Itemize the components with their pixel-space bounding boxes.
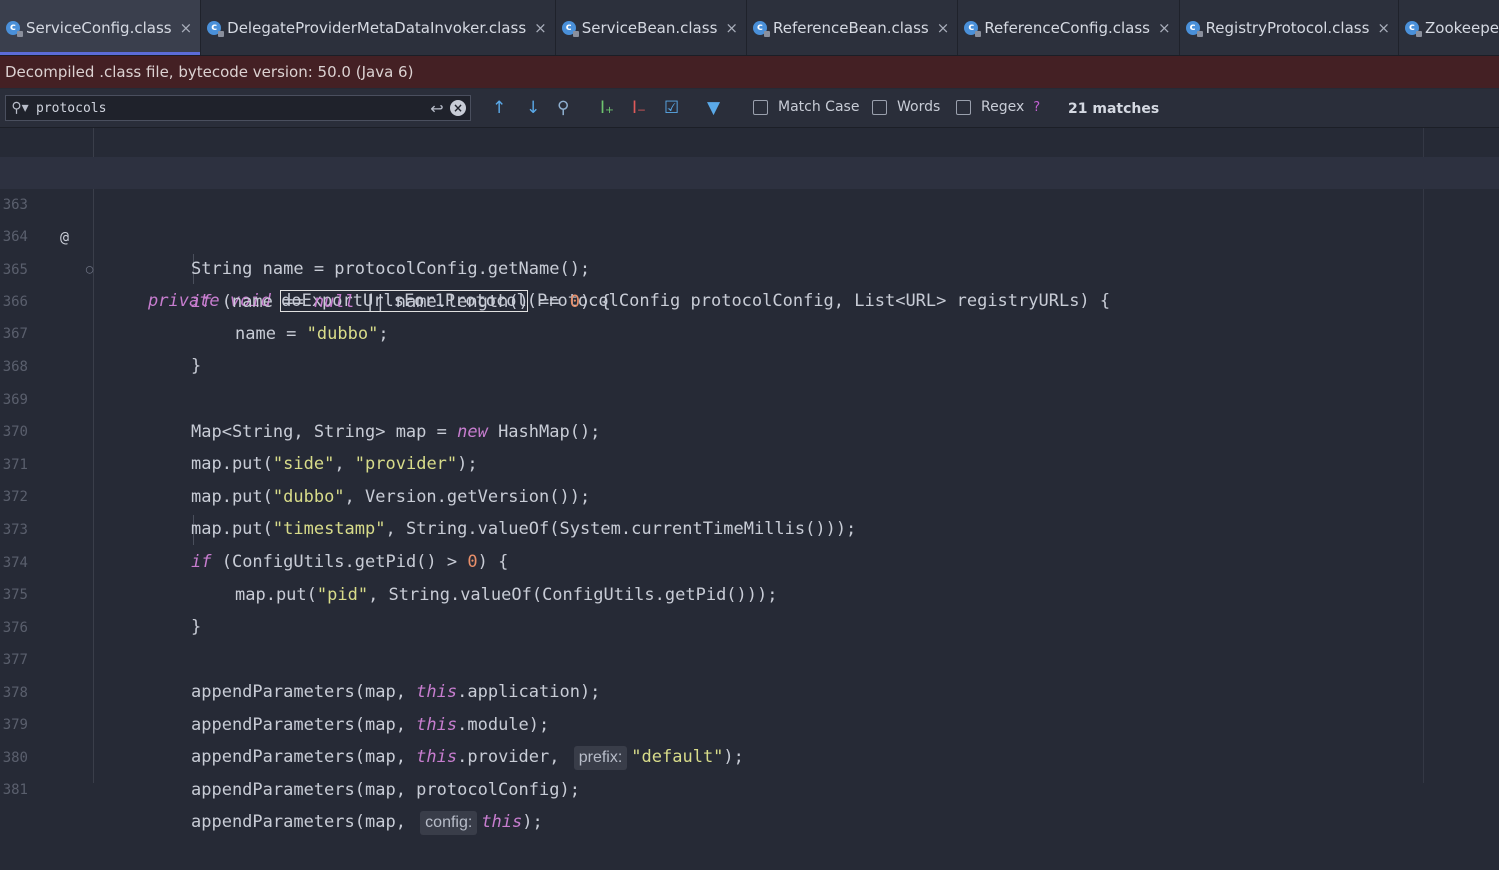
close-icon[interactable]: ×: [937, 19, 950, 37]
tab-referenceconfig[interactable]: c ReferenceConfig.class ×: [958, 0, 1180, 55]
code-editor[interactable]: 362 363 @ ◯ private void doExportUrlsFor…: [0, 128, 1499, 835]
code-line[interactable]: 375 }: [0, 547, 1499, 637]
code-text: appendParameters(map, config: this);: [191, 806, 543, 838]
tab-serviceconfig[interactable]: c ServiceConfig.class ×: [0, 0, 202, 55]
close-icon[interactable]: ×: [725, 19, 738, 37]
code-line[interactable]: 373 if (ConfigUtils.getPid() > 0) {: [0, 482, 1499, 572]
tab-referencebean[interactable]: c ReferenceBean.class ×: [747, 0, 959, 55]
filter-icon[interactable]: ▼: [707, 98, 720, 118]
code-line[interactable]: 380 appendParameters(map, protocolConfig…: [0, 710, 1499, 800]
tab-label: ReferenceConfig.class: [984, 18, 1150, 37]
search-field[interactable]: ⚲▾ ↩ ×: [5, 95, 471, 121]
select-all-occurrences-icon[interactable]: ☑: [664, 98, 679, 118]
words-checkbox[interactable]: Words: [872, 99, 940, 115]
close-icon[interactable]: ×: [180, 19, 193, 37]
regex-label: Regex: [981, 99, 1025, 115]
code-line[interactable]: 364 String name = protocolConfig.getName…: [0, 189, 1499, 279]
code-line[interactable]: 377 appendParameters(map, this.applicati…: [0, 612, 1499, 702]
match-count: 21 matches: [1068, 101, 1160, 117]
code-line[interactable]: 381 appendParameters(map, config: this);: [0, 742, 1499, 835]
code-text: appendParameters(map, protocolConfig);: [191, 780, 580, 800]
remove-selection-icon[interactable]: I₋: [632, 98, 646, 118]
code-line[interactable]: 374 map.put("pid", String.valueOf(Config…: [0, 515, 1499, 605]
tab-label: RegistryProtocol.class: [1205, 18, 1370, 37]
tab-servicebean[interactable]: c ServiceBean.class ×: [556, 0, 747, 55]
class-file-icon: c: [6, 20, 23, 37]
regex-help-icon[interactable]: ?: [1033, 100, 1040, 115]
find-all-icon[interactable]: ⚲: [557, 98, 569, 118]
enter-icon[interactable]: ↩: [424, 99, 450, 118]
tab-delegateprovidermetadatainvoker[interactable]: c DelegateProviderMetaDataInvoker.class …: [201, 0, 556, 55]
search-icon[interactable]: ⚲▾: [6, 100, 34, 116]
code-line[interactable]: 366 name = "dubbo";: [0, 254, 1499, 344]
tab-label: ReferenceBean.class: [772, 18, 929, 37]
code-line[interactable]: 367 }: [0, 286, 1499, 376]
checkbox-box[interactable]: [753, 99, 768, 115]
match-case-checkbox[interactable]: Match Case: [753, 99, 859, 115]
code-line[interactable]: 372 map.put("timestamp", String.valueOf(…: [0, 449, 1499, 539]
tab-label: ServiceBean.class: [581, 18, 718, 37]
tab-zookeeper[interactable]: c Zookeeper: [1399, 0, 1499, 55]
tab-registryprotocol[interactable]: c RegistryProtocol.class ×: [1180, 0, 1399, 55]
line-number: 381: [2, 782, 28, 798]
checkbox-box[interactable]: [956, 99, 971, 115]
checkbox-box[interactable]: [872, 99, 887, 115]
class-file-icon: c: [752, 20, 770, 37]
add-selection-icon[interactable]: I₊: [600, 98, 614, 118]
search-input[interactable]: [34, 99, 424, 117]
close-icon[interactable]: ×: [1377, 19, 1390, 37]
find-bar: ⚲▾ ↩ × ↑ ↓ ⚲ I₊ I₋ ☑ ▼ Match Case Words …: [0, 89, 1499, 128]
decompiled-banner: Decompiled .class file, bytecode version…: [0, 56, 1499, 88]
next-occurrence-icon[interactable]: ↓: [526, 98, 540, 118]
code-line[interactable]: 370 map.put("side", "provider");: [0, 384, 1499, 474]
code-line[interactable]: 368: [0, 319, 1499, 375]
close-icon[interactable]: ×: [534, 19, 547, 37]
clear-icon[interactable]: ×: [450, 100, 466, 116]
code-line[interactable]: 365 if (name == null || name.length() ==…: [0, 222, 1499, 312]
class-file-icon: c: [561, 20, 579, 37]
class-file-icon: c: [207, 20, 225, 37]
tab-label: ServiceConfig.class: [26, 18, 172, 37]
code-line[interactable]: 362: [0, 128, 1499, 184]
match-case-label: Match Case: [778, 99, 860, 115]
tab-label: Zookeeper: [1425, 18, 1499, 37]
editor-tabs: c ServiceConfig.class × c DelegateProvid…: [0, 0, 1499, 56]
code-line[interactable]: 376: [0, 580, 1499, 636]
class-file-icon: c: [1185, 20, 1203, 37]
class-file-icon: c: [964, 20, 982, 37]
tab-label: DelegateProviderMetaDataInvoker.class: [227, 18, 527, 37]
regex-checkbox[interactable]: Regex ?: [956, 99, 1040, 115]
code-line[interactable]: 363 @ ◯ private void doExportUrlsFor1Pro…: [0, 157, 1499, 312]
code-line[interactable]: 379 appendParameters(map, this.provider,…: [0, 677, 1499, 770]
class-file-icon: c: [1405, 20, 1422, 37]
code-line[interactable]: 371 map.put("dubbo", Version.getVersion(…: [0, 417, 1499, 507]
previous-occurrence-icon[interactable]: ↑: [492, 98, 506, 118]
code-line[interactable]: 369 Map<String, String> map = new HashMa…: [0, 352, 1499, 442]
code-line[interactable]: 378 appendParameters(map, this.module);: [0, 645, 1499, 735]
parameter-hint: config:: [420, 811, 478, 835]
words-label: Words: [897, 99, 941, 115]
close-icon[interactable]: ×: [1158, 19, 1171, 37]
